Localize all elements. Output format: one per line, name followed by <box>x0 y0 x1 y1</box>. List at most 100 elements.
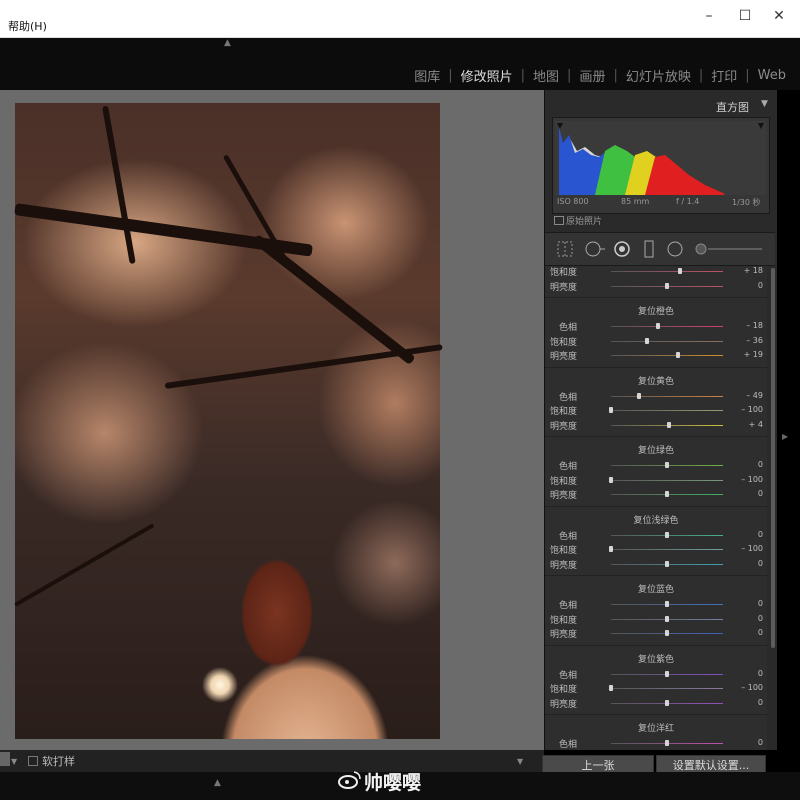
hsl-slider[interactable] <box>611 740 723 746</box>
reset-color-link[interactable]: 复位洋红 <box>545 721 767 734</box>
reset-color-link[interactable]: 复位浅绿色 <box>545 513 767 526</box>
graduated-filter-icon[interactable] <box>640 240 658 258</box>
slider-thumb[interactable] <box>609 546 613 552</box>
hsl-slider[interactable] <box>611 531 723 538</box>
module-tab[interactable]: 打印 <box>711 66 737 85</box>
slider-thumb[interactable] <box>665 601 669 607</box>
hsl-slider[interactable] <box>609 476 723 483</box>
collapse-triangle-icon[interactable]: ▼ <box>761 99 768 109</box>
soft-proof-checkbox[interactable] <box>28 756 38 766</box>
slider-value[interactable]: – 100 <box>723 683 763 692</box>
slider-value[interactable]: – 100 <box>723 475 763 484</box>
crop-grid-icon[interactable] <box>556 240 574 258</box>
slider-value[interactable]: – 18 <box>723 321 763 330</box>
slider-thumb[interactable] <box>665 699 669 706</box>
slider-value[interactable]: 0 <box>723 460 763 469</box>
view-mode-dropdown-icon[interactable]: ▼ <box>11 757 17 766</box>
slider-thumb[interactable] <box>665 462 669 468</box>
hsl-slider[interactable] <box>611 630 723 636</box>
hsl-slider[interactable] <box>611 323 723 329</box>
reset-color-link[interactable]: 复位绿色 <box>545 443 767 456</box>
module-tab[interactable]: 修改照片 <box>461 66 513 85</box>
module-tab[interactable]: Web <box>758 68 786 83</box>
photo-preview[interactable] <box>14 103 443 739</box>
slider-value[interactable]: – 100 <box>723 405 763 414</box>
hsl-slider[interactable] <box>609 407 723 413</box>
slider-thumb[interactable] <box>637 392 641 399</box>
hsl-slider[interactable] <box>609 685 723 691</box>
slider-value[interactable]: 0 <box>723 281 763 290</box>
slider-thumb[interactable] <box>665 615 669 622</box>
slider-value[interactable]: 0 <box>723 628 763 637</box>
slider-value[interactable]: + 4 <box>723 420 763 429</box>
slider-thumb[interactable] <box>665 491 669 497</box>
slider-thumb[interactable] <box>609 407 613 413</box>
adjustment-brush-slider-icon[interactable] <box>694 242 764 256</box>
slider-thumb[interactable] <box>656 323 661 329</box>
hsl-slider[interactable] <box>611 392 723 399</box>
radial-filter-icon[interactable] <box>666 240 684 258</box>
slider-value[interactable]: + 18 <box>723 266 763 275</box>
red-eye-icon[interactable] <box>613 240 631 258</box>
view-mode-button[interactable] <box>0 752 10 766</box>
slider-thumb[interactable] <box>665 740 669 746</box>
slider-value[interactable]: 0 <box>723 530 763 539</box>
hsl-slider[interactable] <box>611 601 723 607</box>
module-tab[interactable]: 画册 <box>579 66 605 85</box>
hsl-slider[interactable] <box>611 337 723 344</box>
hsl-slider[interactable] <box>611 699 723 706</box>
hsl-slider[interactable] <box>611 615 723 622</box>
menu-help[interactable]: 帮助(H) <box>8 18 47 34</box>
toolbar-menu-icon[interactable]: ▼ <box>517 757 523 766</box>
panel-scrollbar[interactable] <box>771 268 775 648</box>
slider-thumb[interactable] <box>665 630 669 636</box>
slider-thumb[interactable] <box>676 352 681 358</box>
close-button[interactable]: ✕ <box>767 4 791 28</box>
slider-thumb[interactable] <box>665 282 669 289</box>
module-tab[interactable]: 幻灯片放映 <box>626 66 691 85</box>
reset-color-link[interactable]: 复位蓝色 <box>545 582 767 595</box>
hsl-slider[interactable] <box>611 421 723 428</box>
histogram-title[interactable]: 直方图 <box>716 99 749 115</box>
slider-value[interactable]: 0 <box>723 669 763 678</box>
slider-thumb[interactable] <box>667 421 672 428</box>
hsl-slider[interactable] <box>611 352 723 358</box>
hsl-slider[interactable] <box>611 491 723 497</box>
reset-color-link[interactable]: 复位黄色 <box>545 374 767 387</box>
slider-value[interactable]: – 36 <box>723 336 763 345</box>
slider-thumb[interactable] <box>665 560 669 567</box>
slider-thumb[interactable] <box>609 685 613 691</box>
reset-color-link[interactable]: 复位橙色 <box>545 304 767 317</box>
slider-thumb[interactable] <box>665 531 669 538</box>
slider-value[interactable]: 0 <box>723 698 763 707</box>
slider-value[interactable]: 0 <box>723 614 763 623</box>
slider-value[interactable]: 0 <box>723 738 763 747</box>
spot-removal-icon[interactable] <box>584 240 606 258</box>
hsl-slider[interactable] <box>611 560 723 567</box>
slider-value[interactable]: 0 <box>723 559 763 568</box>
slider-thumb[interactable] <box>678 268 683 274</box>
hsl-slider[interactable] <box>611 670 723 677</box>
module-tab[interactable]: 图库 <box>414 66 440 85</box>
right-panel-toggle-icon[interactable]: ▶ <box>782 432 788 441</box>
slider-value[interactable]: 0 <box>723 599 763 608</box>
top-panel-toggle-icon[interactable]: ▲ <box>224 38 231 48</box>
slider-value[interactable]: 0 <box>723 489 763 498</box>
original-photo-checkbox[interactable] <box>554 216 564 225</box>
slider-thumb[interactable] <box>609 476 613 483</box>
hsl-slider[interactable] <box>611 268 723 274</box>
slider-value[interactable]: – 100 <box>723 544 763 553</box>
reset-color-link[interactable]: 复位紫色 <box>545 652 767 665</box>
slider-value[interactable]: – 49 <box>723 391 763 400</box>
filmstrip-toggle-icon[interactable]: ▲ <box>214 778 221 788</box>
slider-thumb[interactable] <box>644 337 649 344</box>
module-tab[interactable]: 地图 <box>533 66 559 85</box>
module-picker: 图库 | 修改照片 | 地图 | 画册 | 幻灯片放映 | 打印 | Web <box>414 66 786 85</box>
hsl-slider[interactable] <box>609 546 723 552</box>
maximize-button[interactable]: ☐ <box>733 4 757 28</box>
slider-value[interactable]: + 19 <box>723 350 763 359</box>
hsl-slider[interactable] <box>611 462 723 468</box>
slider-thumb[interactable] <box>665 670 669 677</box>
hsl-slider[interactable] <box>611 282 723 289</box>
minimize-button[interactable]: – <box>697 4 721 28</box>
